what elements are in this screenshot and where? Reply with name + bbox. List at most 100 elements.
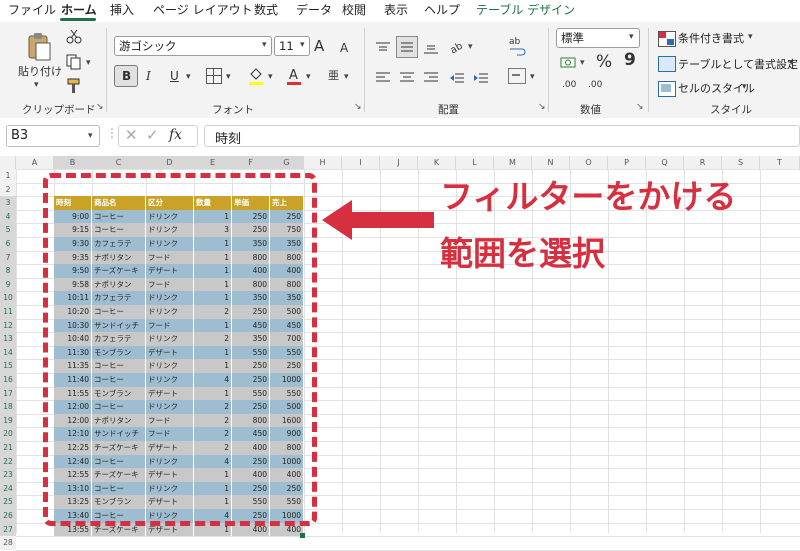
fill-color-dropdown-icon[interactable]: ▾: [268, 72, 273, 82]
column-header[interactable]: P: [608, 156, 646, 169]
format-as-table-button[interactable]: テーブルとして書式設定: [678, 56, 798, 72]
column-header[interactable]: M: [494, 156, 532, 169]
font-launcher-icon[interactable]: ↘: [354, 102, 362, 112]
bold-toggle[interactable]: B: [114, 65, 138, 87]
font-size-dropdown-icon[interactable]: ▾: [300, 40, 305, 50]
row-header[interactable]: 2: [0, 182, 16, 197]
merge-center-icon[interactable]: [508, 68, 526, 84]
column-header[interactable]: C: [92, 156, 146, 169]
conditional-format-button[interactable]: 条件付き書式: [678, 30, 744, 46]
number-launcher-icon[interactable]: ↘: [636, 102, 644, 112]
grow-font-button[interactable]: A: [314, 36, 324, 56]
select-all-corner[interactable]: [0, 156, 16, 169]
column-header[interactable]: H: [304, 156, 342, 169]
borders-icon[interactable]: [206, 68, 222, 84]
align-center-icon[interactable]: [400, 70, 414, 84]
decrease-decimal-button[interactable]: .00: [588, 80, 602, 90]
cancel-icon[interactable]: ✕: [125, 126, 138, 144]
formula-input[interactable]: 時刻: [204, 125, 800, 147]
column-header[interactable]: L: [456, 156, 494, 169]
row-header[interactable]: 22: [0, 454, 16, 469]
column-header[interactable]: R: [684, 156, 722, 169]
tab-review[interactable]: 校閲: [342, 2, 366, 18]
row-header[interactable]: 11: [0, 305, 16, 319]
column-header[interactable]: A: [16, 156, 54, 169]
row-header[interactable]: 1: [0, 169, 16, 183]
font-color-dropdown-icon[interactable]: ▾: [306, 72, 311, 82]
name-box-dropdown-icon[interactable]: ▾: [88, 131, 93, 141]
cut-icon[interactable]: [66, 28, 82, 44]
number-format-dropdown-icon[interactable]: ▾: [629, 32, 634, 42]
font-color-icon[interactable]: A: [286, 66, 302, 86]
tab-file[interactable]: ファイル: [8, 2, 56, 18]
row-header[interactable]: 15: [0, 359, 16, 373]
font-name-dropdown-icon[interactable]: ▾: [262, 40, 267, 50]
format-painter-icon[interactable]: [66, 78, 82, 94]
row-header[interactable]: 6: [0, 237, 16, 251]
row-header[interactable]: 20: [0, 427, 16, 441]
format-as-table-dropdown-icon[interactable]: ▾: [789, 58, 794, 68]
column-header[interactable]: Q: [646, 156, 684, 169]
align-right-icon[interactable]: [424, 70, 438, 84]
row-header[interactable]: 16: [0, 373, 16, 387]
row-header[interactable]: 25: [0, 495, 16, 509]
tab-formulas[interactable]: 数式: [254, 2, 278, 18]
orientation-icon[interactable]: ab: [448, 38, 464, 57]
row-header[interactable]: 19: [0, 413, 16, 428]
merge-dropdown-icon[interactable]: ▾: [530, 72, 535, 82]
copy-icon[interactable]: [66, 54, 82, 70]
font-name-box[interactable]: 游ゴシック: [114, 36, 272, 56]
enter-icon[interactable]: ✓: [146, 126, 159, 144]
row-header[interactable]: 27: [0, 522, 16, 537]
accounting-dropdown-icon[interactable]: ▾: [580, 58, 585, 68]
row-header[interactable]: 12: [0, 318, 16, 333]
increase-decimal-button[interactable]: .00: [562, 80, 576, 90]
column-header[interactable]: D: [146, 156, 194, 169]
row-header[interactable]: 28: [0, 536, 16, 550]
column-header[interactable]: B: [54, 156, 92, 169]
tab-insert[interactable]: 挿入: [110, 2, 134, 18]
insert-function-button[interactable]: fx: [169, 127, 182, 143]
row-header[interactable]: 17: [0, 386, 16, 401]
borders-dropdown-icon[interactable]: ▾: [226, 72, 231, 82]
alignment-launcher-icon[interactable]: ↘: [538, 102, 546, 112]
column-header[interactable]: F: [232, 156, 270, 169]
tab-view[interactable]: 表示: [384, 2, 408, 18]
row-header[interactable]: 10: [0, 291, 16, 305]
cell-styles-dropdown-icon[interactable]: ▾: [742, 82, 747, 92]
row-header[interactable]: 24: [0, 481, 16, 496]
accounting-format-icon[interactable]: [560, 55, 578, 71]
underline-dropdown-icon[interactable]: ▾: [186, 72, 191, 82]
clipboard-launcher-icon[interactable]: ↘: [96, 102, 104, 112]
shrink-font-button[interactable]: A: [340, 38, 348, 58]
column-header[interactable]: I: [342, 156, 380, 169]
comma-style-button[interactable]: 9: [624, 50, 636, 70]
column-header[interactable]: J: [380, 156, 418, 169]
row-header[interactable]: 4: [0, 209, 16, 224]
row-header[interactable]: 9: [0, 277, 16, 292]
column-header[interactable]: K: [418, 156, 456, 169]
row-header[interactable]: 8: [0, 264, 16, 278]
number-format-box[interactable]: 標準: [556, 28, 640, 48]
tab-page-layout[interactable]: ページ レイアウト: [153, 2, 253, 18]
row-header[interactable]: 18: [0, 400, 16, 414]
row-header[interactable]: 13: [0, 332, 16, 346]
fill-handle[interactable]: [300, 533, 305, 539]
column-header[interactable]: S: [722, 156, 760, 169]
phonetic-button[interactable]: 亜: [328, 66, 339, 86]
column-header[interactable]: N: [532, 156, 570, 169]
fill-color-icon[interactable]: [248, 66, 264, 86]
row-header[interactable]: 23: [0, 468, 16, 482]
column-header[interactable]: O: [570, 156, 608, 169]
tab-data[interactable]: データ: [296, 2, 332, 18]
decrease-indent-icon[interactable]: [450, 70, 464, 84]
column-header[interactable]: T: [760, 156, 800, 169]
underline-button[interactable]: U: [170, 66, 179, 86]
align-bottom-icon[interactable]: [424, 40, 438, 54]
conditional-format-dropdown-icon[interactable]: ▾: [748, 32, 753, 42]
name-box[interactable]: B3: [6, 125, 100, 147]
column-header[interactable]: E: [194, 156, 232, 169]
row-header[interactable]: 3: [0, 196, 16, 210]
wrap-text-icon[interactable]: ab: [508, 34, 526, 56]
align-left-icon[interactable]: [376, 70, 390, 84]
